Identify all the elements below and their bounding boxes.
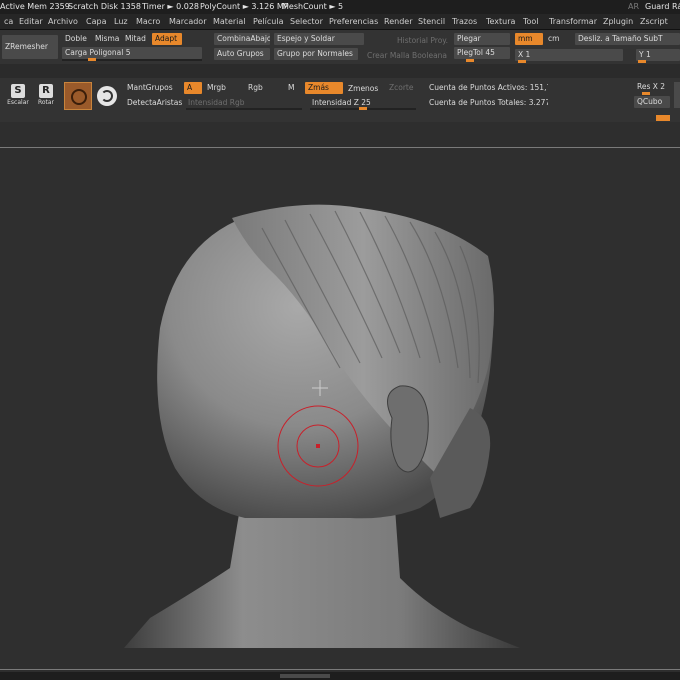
res-x2-knob[interactable] [642, 92, 650, 95]
intensidad-z-knob[interactable] [359, 107, 367, 110]
menu-item[interactable]: Selector [290, 17, 323, 26]
carga-poligonal-slider[interactable]: Carga Poligonal 5 [62, 47, 202, 59]
x-value-knob[interactable] [518, 60, 526, 63]
doble-button[interactable]: Doble [62, 33, 90, 45]
timer-readout: Timer ► 0.028 [142, 2, 200, 11]
menu-item[interactable]: Stencil [418, 17, 445, 26]
mitad-button[interactable]: Mitad [122, 33, 150, 45]
espejo-soldar-button[interactable]: Espejo y Soldar [274, 33, 364, 45]
rotate-label: Rotar [37, 99, 55, 106]
menu-item[interactable]: Material [213, 17, 246, 26]
active-points-readout: Cuenta de Puntos Activos: 151,71 [429, 83, 548, 92]
menu-item[interactable]: Trazos [452, 17, 477, 26]
carga-poligonal-knob[interactable] [88, 58, 96, 61]
y-value-knob[interactable] [638, 60, 646, 63]
active-indicator [656, 115, 670, 121]
a-toggle[interactable]: A [184, 82, 202, 94]
shelf-scroll-handle[interactable] [674, 82, 680, 108]
zmenos-toggle[interactable]: Zmenos [345, 83, 385, 95]
menu-item[interactable]: ca [4, 17, 13, 26]
combina-abajo-button[interactable]: CombinaAbajo [214, 33, 270, 45]
menu-item[interactable]: Preferencias [329, 17, 378, 26]
mant-grupos-button[interactable]: MantGrupos [124, 82, 180, 94]
active-mem-readout: Active Mem 2359 [0, 2, 70, 11]
menu-item[interactable]: Luz [114, 17, 128, 26]
menu-item[interactable]: Editar [19, 17, 43, 26]
scale-tool-button[interactable]: S Escalar [6, 84, 30, 112]
zcorte-toggle[interactable]: Zcorte [386, 82, 418, 94]
canvas-area[interactable] [0, 147, 680, 670]
qcubo-button[interactable]: QCubo [634, 96, 670, 108]
polycount-readout: PolyCount ► 3.126 MP [200, 2, 289, 11]
menu-item[interactable]: Archivo [48, 17, 78, 26]
matcap-sphere-icon[interactable] [97, 86, 117, 106]
scale-label: Escalar [7, 99, 29, 106]
x-value-slider[interactable]: X 1 [515, 49, 623, 61]
grupo-normales-button[interactable]: Grupo por Normales [274, 48, 358, 60]
plegar-button[interactable]: Plegar [454, 33, 510, 45]
menu-item[interactable]: Macro [136, 17, 160, 26]
intensidad-rgb-track [186, 108, 302, 110]
cm-unit-toggle[interactable]: cm [545, 33, 565, 45]
zmas-toggle[interactable]: Zmás [305, 82, 343, 94]
menu-item[interactable]: Capa [86, 17, 106, 26]
sculpt-canvas[interactable] [0, 148, 680, 671]
rotate-icon: R [39, 84, 53, 98]
quicksave-button[interactable]: Guard Rápi [645, 2, 680, 11]
misma-button[interactable]: Misma [92, 33, 122, 45]
carga-poligonal-track [62, 59, 202, 61]
menu-item[interactable]: Render [384, 17, 412, 26]
brush-shelf: S Escalar R Rotar MantGrupos A Mrgb Rgb … [0, 78, 680, 122]
material-swatch[interactable] [64, 82, 92, 110]
shoulders-mesh [124, 508, 520, 648]
menu-bar: ca Editar Archivo Capa Luz Macro Marcado… [0, 14, 680, 30]
toolbar-separator [0, 64, 680, 78]
custom-tool-row: ZRemesher Doble Misma Mitad Adapt Carga … [0, 30, 680, 64]
bottom-tray-handle[interactable] [280, 674, 330, 678]
menu-item[interactable]: Transformar [549, 17, 597, 26]
zremesher-button[interactable]: ZRemesher [2, 35, 58, 59]
menu-item[interactable]: Marcador [169, 17, 206, 26]
menu-item[interactable]: Tool [523, 17, 539, 26]
menu-item[interactable]: Película [253, 17, 284, 26]
menu-item[interactable]: Zplugin [603, 17, 633, 26]
scale-icon: S [11, 84, 25, 98]
brush-center-dot [316, 444, 320, 448]
menu-item[interactable]: Zscript [640, 17, 668, 26]
scratch-disk-readout: Scratch Disk 1358 [68, 2, 141, 11]
adapt-toggle[interactable]: Adapt [152, 33, 182, 45]
menu-item[interactable]: Textura [486, 17, 515, 26]
mrgb-toggle[interactable]: Mrgb [204, 82, 236, 94]
status-bar: Active Mem 2359 Scratch Disk 1358 Timer … [0, 0, 680, 14]
rotate-tool-button[interactable]: R Rotar [34, 84, 58, 112]
pleg-tol-knob[interactable] [466, 59, 474, 62]
document-viewport[interactable] [0, 122, 680, 680]
auto-grupos-button[interactable]: Auto Grupos [214, 48, 270, 60]
ar-label[interactable]: AR [628, 2, 639, 11]
meshcount-readout: MeshCount ► 5 [282, 2, 344, 11]
pleg-tol-slider[interactable]: PlegTol 45 [454, 47, 510, 59]
bottom-tray [0, 672, 680, 680]
mm-unit-toggle[interactable]: mm [515, 33, 543, 45]
detecta-aristas-button[interactable]: DetectaAristas [124, 97, 184, 109]
material-ring-icon [71, 89, 87, 105]
historial-proy-button[interactable]: Historial Proy. [394, 35, 450, 47]
desliz-tamano-button[interactable]: Desliz. a Tamaño SubT [575, 33, 680, 45]
res-x2-slider[interactable]: Res X 2 [634, 81, 670, 93]
rgb-toggle[interactable]: Rgb [245, 82, 269, 94]
m-toggle[interactable]: M [285, 82, 301, 94]
total-points-readout: Cuenta de Puntos Totales: 3.277 M [429, 98, 548, 107]
crear-malla-booleana-button[interactable]: Crear Malla Booleana [364, 50, 450, 62]
